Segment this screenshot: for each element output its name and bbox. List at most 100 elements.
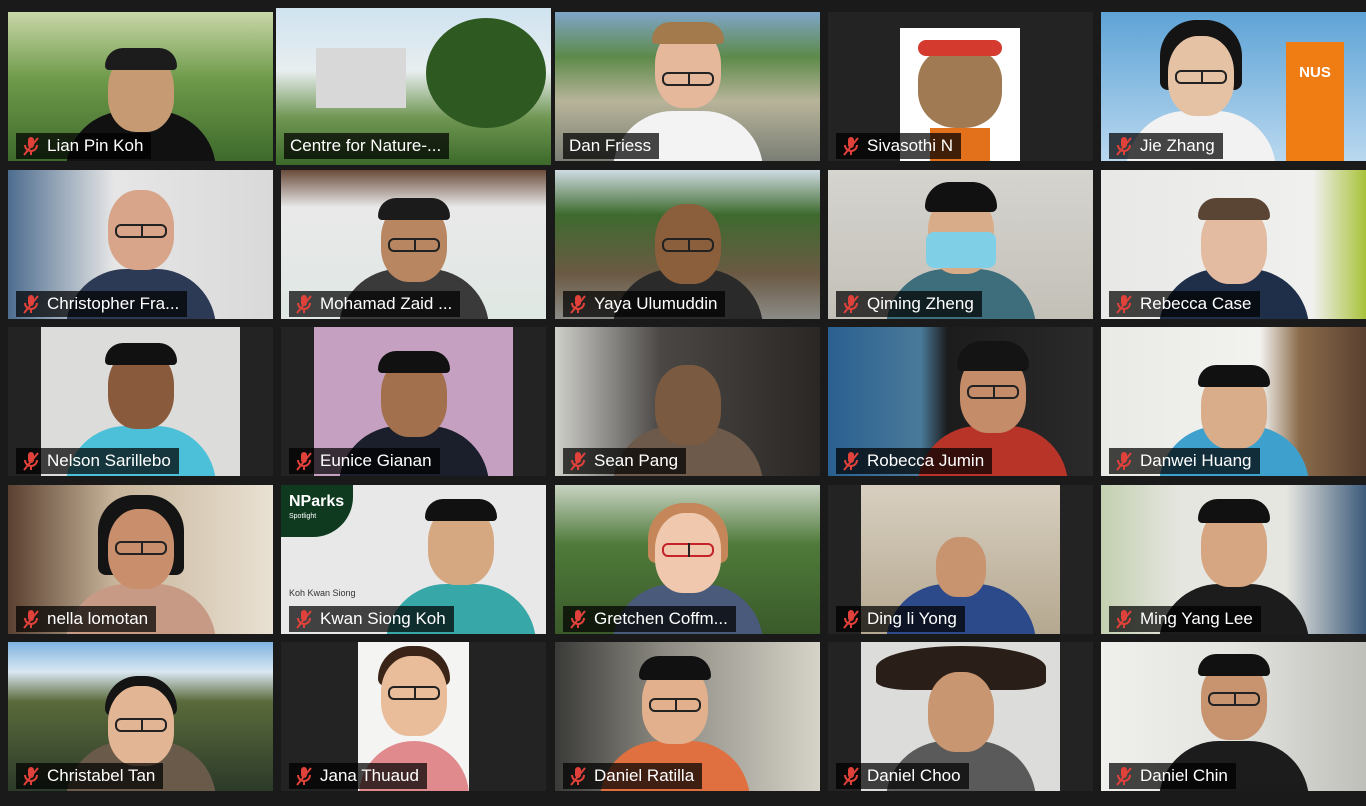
- participant-name-tag: Qiming Zheng: [836, 291, 982, 317]
- participant-name-tag: Centre for Nature-...: [284, 133, 450, 159]
- video-tile[interactable]: Ming Yang Lee: [1101, 485, 1366, 634]
- video-tile[interactable]: Daniel Chin: [1101, 642, 1366, 791]
- muted-mic-icon: [843, 452, 859, 471]
- muted-mic-icon: [570, 295, 586, 314]
- participant-name: Eunice Gianan: [320, 451, 432, 470]
- participant-name-tag: Sean Pang: [563, 448, 687, 474]
- video-tile-active-speaker[interactable]: Centre for Nature-...: [276, 8, 551, 165]
- muted-mic-icon: [296, 610, 312, 629]
- participant-name: Christabel Tan: [47, 766, 156, 785]
- participant-name-tag: Robecca Jumin: [836, 448, 993, 474]
- video-tile[interactable]: nella lomotan: [8, 485, 273, 634]
- participant-name-tag: Gretchen Coffm...: [563, 606, 736, 632]
- participant-name-tag: Sivasothi N: [836, 133, 961, 159]
- participant-name-tag: Ding li Yong: [836, 606, 965, 632]
- participant-name: Jana Thuaud: [320, 766, 419, 785]
- participant-name-tag: Christabel Tan: [16, 763, 164, 789]
- face-mask: [925, 232, 996, 268]
- nparks-logo: NParks Spotlight: [281, 485, 353, 537]
- participant-name: Nelson Sarillebo: [47, 451, 171, 470]
- participant-name-tag: Daniel Ratilla: [563, 763, 703, 789]
- participant-name: Daniel Choo: [867, 766, 961, 785]
- participant-name: Yaya Ulumuddin: [594, 294, 718, 313]
- participant-name: Mohamad Zaid ...: [320, 294, 453, 313]
- video-tile[interactable]: Christopher Fra...: [8, 170, 273, 319]
- muted-mic-icon: [23, 137, 39, 156]
- participant-name-tag: Daniel Choo: [836, 763, 969, 789]
- video-tile[interactable]: Sivasothi N: [828, 12, 1093, 161]
- participant-name-tag: Eunice Gianan: [289, 448, 440, 474]
- video-tile[interactable]: Mohamad Zaid ...: [281, 170, 546, 319]
- muted-mic-icon: [843, 137, 859, 156]
- video-tile[interactable]: Sean Pang: [555, 327, 820, 476]
- video-tile[interactable]: Daniel Choo: [828, 642, 1093, 791]
- participant-name-tag: Jie Zhang: [1109, 133, 1223, 159]
- overlay-caption: Koh Kwan Siong: [289, 588, 356, 598]
- video-tile[interactable]: Qiming Zheng: [828, 170, 1093, 319]
- participant-name: Christopher Fra...: [47, 294, 180, 313]
- participant-name: Sean Pang: [594, 451, 679, 470]
- video-tile[interactable]: NParks Spotlight Koh Kwan Siong Kwan Sio…: [281, 485, 546, 634]
- muted-mic-icon: [23, 295, 39, 314]
- participant-name: Sivasothi N: [867, 136, 953, 155]
- participant-name: Rebecca Case: [1140, 294, 1252, 313]
- participant-name-tag: Mohamad Zaid ...: [289, 291, 461, 317]
- muted-mic-icon: [1116, 767, 1132, 786]
- video-tile[interactable]: Eunice Gianan: [281, 327, 546, 476]
- building-image: [316, 48, 406, 108]
- participant-name-tag: Lian Pin Koh: [16, 133, 152, 159]
- participant-name-tag: Kwan Siong Koh: [289, 606, 454, 632]
- participant-name: Danwei Huang: [1140, 451, 1252, 470]
- participant-name: Daniel Ratilla: [594, 766, 695, 785]
- participant-name: Ding li Yong: [867, 609, 957, 628]
- video-tile[interactable]: Rebecca Case: [1101, 170, 1366, 319]
- video-tile[interactable]: Nelson Sarillebo: [8, 327, 273, 476]
- muted-mic-icon: [23, 452, 39, 471]
- video-tile[interactable]: Christabel Tan: [8, 642, 273, 791]
- participant-name: Dan Friess: [569, 136, 652, 155]
- participant-name-tag: Dan Friess: [563, 133, 660, 159]
- participant-name-tag: Rebecca Case: [1109, 291, 1260, 317]
- participant-name-tag: Jana Thuaud: [289, 763, 427, 789]
- video-tile[interactable]: Dan Friess: [555, 12, 820, 161]
- participant-name: nella lomotan: [47, 609, 149, 628]
- participant-name: Gretchen Coffm...: [594, 609, 728, 628]
- video-tile[interactable]: Ding li Yong: [828, 485, 1093, 634]
- muted-mic-icon: [570, 452, 586, 471]
- participant-name: Qiming Zheng: [867, 294, 974, 313]
- participant-name-tag: Ming Yang Lee: [1109, 606, 1261, 632]
- muted-mic-icon: [843, 610, 859, 629]
- muted-mic-icon: [296, 452, 312, 471]
- participant-name: Daniel Chin: [1140, 766, 1228, 785]
- muted-mic-icon: [296, 295, 312, 314]
- video-tile[interactable]: Jana Thuaud: [281, 642, 546, 791]
- participant-name-tag: Danwei Huang: [1109, 448, 1260, 474]
- video-tile[interactable]: Danwei Huang: [1101, 327, 1366, 476]
- gallery-view: Lian Pin Koh Centre for Nature-... Dan F…: [0, 0, 1366, 806]
- muted-mic-icon: [23, 610, 39, 629]
- video-tile[interactable]: Robecca Jumin: [828, 327, 1093, 476]
- participant-name: Centre for Nature-...: [290, 136, 442, 155]
- participant-name-tag: Daniel Chin: [1109, 763, 1236, 789]
- tree-image: [426, 18, 546, 128]
- participant-name-tag: Christopher Fra...: [16, 291, 188, 317]
- participant-name-tag: Nelson Sarillebo: [16, 448, 179, 474]
- muted-mic-icon: [296, 767, 312, 786]
- video-tile[interactable]: Gretchen Coffm...: [555, 485, 820, 634]
- muted-mic-icon: [1116, 452, 1132, 471]
- nus-sign-image: NUS: [1286, 42, 1344, 161]
- video-tile[interactable]: Daniel Ratilla: [555, 642, 820, 791]
- participant-name-tag: Yaya Ulumuddin: [563, 291, 726, 317]
- participant-name: Ming Yang Lee: [1140, 609, 1253, 628]
- muted-mic-icon: [570, 767, 586, 786]
- video-tile[interactable]: Lian Pin Koh: [8, 12, 273, 161]
- participant-name: Kwan Siong Koh: [320, 609, 446, 628]
- video-tile[interactable]: NUS Jie Zhang: [1101, 12, 1366, 161]
- muted-mic-icon: [1116, 295, 1132, 314]
- participant-name-tag: nella lomotan: [16, 606, 157, 632]
- video-tile[interactable]: Yaya Ulumuddin: [555, 170, 820, 319]
- participant-name: Lian Pin Koh: [47, 136, 144, 155]
- participant-name: Jie Zhang: [1140, 136, 1215, 155]
- participant-name: Robecca Jumin: [867, 451, 985, 470]
- muted-mic-icon: [23, 767, 39, 786]
